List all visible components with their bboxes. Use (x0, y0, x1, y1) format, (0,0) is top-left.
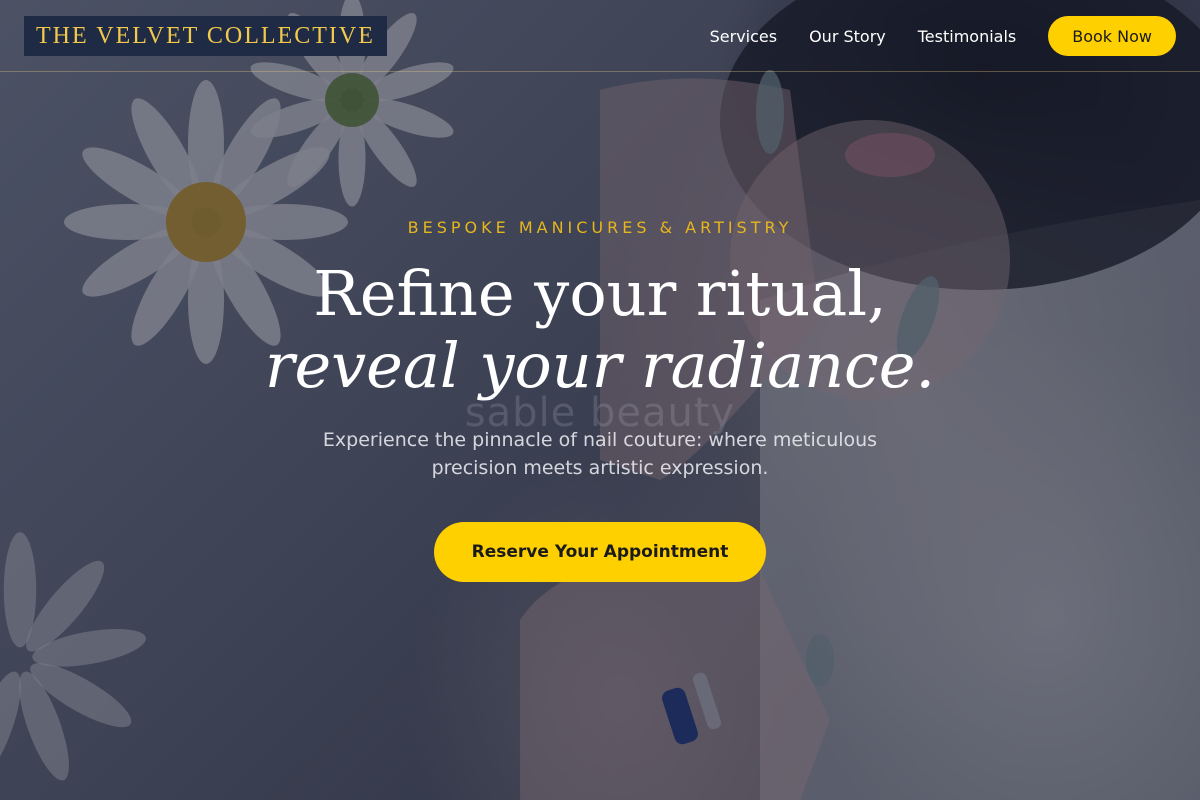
hero-subtitle: Experience the pinnacle of nail couture:… (322, 429, 878, 479)
hero-eyebrow: BESPOKE MANICURES & ARTISTRY (407, 218, 793, 237)
reserve-appointment-button[interactable]: Reserve Your Appointment (434, 522, 766, 582)
headline-line-2: reveal your radiance. (264, 329, 936, 402)
hero-headline: Refine your ritual, reveal your radiance… (0, 258, 1200, 402)
hero-content: BESPOKE MANICURES & ARTISTRY sable beaut… (0, 0, 1200, 800)
headline-line-1: Refine your ritual, (313, 257, 887, 330)
hero-section: THE VELVET COLLECTIVE Services Our Story… (0, 0, 1200, 800)
